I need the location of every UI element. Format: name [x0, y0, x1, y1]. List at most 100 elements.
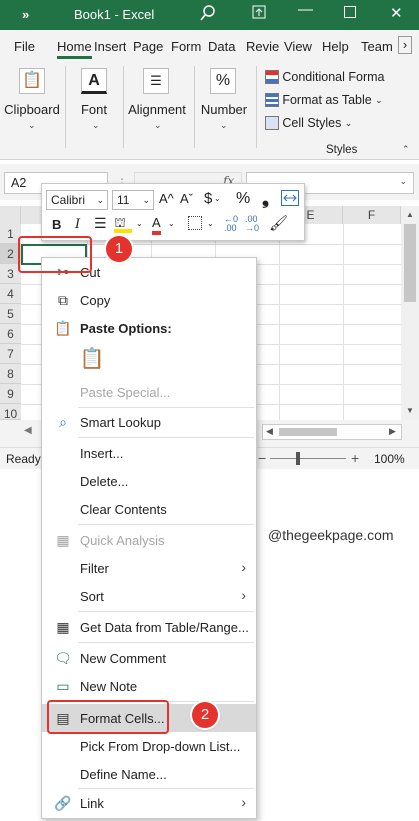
- styles-group-label: Styles: [326, 144, 358, 156]
- menu-item-delete[interactable]: Delete...: [42, 467, 256, 495]
- tab-review[interactable]: Revie: [246, 39, 279, 54]
- chevron-down-icon[interactable]: ⌄: [136, 219, 143, 228]
- menu-item-pick-dropdown[interactable]: Pick From Drop-down List...: [42, 732, 256, 760]
- menu-item-filter[interactable]: Filter ›: [42, 554, 256, 582]
- menu-label: Insert...: [80, 446, 124, 461]
- menu-item-clear-contents[interactable]: Clear Contents: [42, 495, 256, 523]
- row-header-8[interactable]: 8: [0, 364, 21, 384]
- context-menu: ✂ Cut ⧉ Copy 📋 Paste Options: 📋 Paste Sp…: [41, 257, 257, 819]
- zoom-slider[interactable]: [270, 458, 346, 459]
- font-group[interactable]: Font: [70, 102, 118, 117]
- row-header-7[interactable]: 7: [0, 344, 21, 364]
- tab-insert[interactable]: Insert: [94, 39, 126, 54]
- alignment-icon[interactable]: ☰: [143, 68, 169, 94]
- zoom-level[interactable]: 100%: [374, 452, 405, 466]
- chevron-down-icon[interactable]: ⌄: [207, 219, 214, 228]
- row-header-6[interactable]: 6: [0, 324, 21, 344]
- font-name-box[interactable]: Calibri ⌄: [46, 190, 108, 210]
- menu-item-sort[interactable]: Sort ›: [42, 582, 256, 610]
- search-icon[interactable]: [200, 5, 216, 25]
- tab-formulas[interactable]: Form: [171, 39, 201, 54]
- clipboard-icon[interactable]: 📋: [19, 68, 45, 94]
- row-header-10[interactable]: 10: [0, 404, 21, 421]
- select-all-corner[interactable]: [0, 206, 21, 224]
- ribbon-display-icon[interactable]: [252, 5, 266, 23]
- borders-icon[interactable]: [188, 216, 202, 230]
- tab-scroll-right-icon[interactable]: ›: [398, 36, 412, 54]
- row-header-5[interactable]: 5: [0, 304, 21, 324]
- tab-help[interactable]: Help: [322, 39, 349, 54]
- decrease-decimal-icon[interactable]: .00 →0: [245, 215, 259, 233]
- menu-label: Clear Contents: [80, 502, 167, 517]
- increase-decimal-icon[interactable]: ←0.00: [224, 215, 238, 233]
- number-group[interactable]: Number: [198, 102, 250, 117]
- vertical-scrollbar[interactable]: ▲ ▼: [401, 206, 419, 420]
- menu-item-new-note[interactable]: ▭ New Note: [42, 672, 256, 700]
- gridline: [343, 224, 344, 420]
- menu-item-copy[interactable]: ⧉ Copy: [42, 286, 256, 314]
- clipboard-group[interactable]: Clipboard: [4, 102, 60, 117]
- font-color-button[interactable]: A: [152, 215, 161, 235]
- chevron-down-icon[interactable]: ⌄: [214, 194, 221, 203]
- column-header-f[interactable]: F: [343, 206, 401, 224]
- zoom-slider-thumb[interactable]: [296, 452, 300, 465]
- minimize-icon[interactable]: —: [298, 1, 313, 18]
- menu-item-insert[interactable]: Insert...: [42, 439, 256, 467]
- font-icon[interactable]: A: [81, 68, 107, 94]
- format-as-table-button[interactable]: Format as Table ⌄: [265, 92, 415, 110]
- maximize-icon[interactable]: [344, 5, 356, 22]
- menu-item-get-data[interactable]: ▦ Get Data from Table/Range...: [42, 613, 256, 641]
- tab-team[interactable]: Team: [361, 39, 393, 54]
- comma-style-button[interactable]: ❟: [262, 188, 269, 209]
- scroll-up-icon[interactable]: ▲: [406, 210, 414, 219]
- row-header-4[interactable]: 4: [0, 284, 21, 304]
- menu-item-define-name[interactable]: Define Name...: [42, 760, 256, 788]
- cell-styles-button[interactable]: Cell Styles ⌄: [265, 115, 415, 133]
- alignment-group[interactable]: Alignment: [126, 102, 188, 117]
- shrink-font-button[interactable]: Aˇ: [180, 191, 193, 206]
- h-scrollbar-thumb[interactable]: [279, 428, 337, 436]
- merge-center-icon[interactable]: [281, 190, 299, 206]
- bold-button[interactable]: B: [52, 217, 61, 232]
- number-icon[interactable]: %: [210, 68, 236, 94]
- paste-option-icon[interactable]: 📋: [78, 346, 106, 374]
- menu-item-paste-special[interactable]: Paste Special...: [42, 378, 256, 406]
- menu-item-link[interactable]: 🔗 Link ›: [42, 789, 256, 817]
- row-header-9[interactable]: 9: [0, 384, 21, 404]
- zoom-in-button[interactable]: +: [351, 450, 359, 466]
- menu-item-quick-analysis[interactable]: ▦ Quick Analysis: [42, 526, 256, 554]
- gridline: [279, 224, 280, 420]
- tab-data[interactable]: Data: [208, 39, 235, 54]
- menu-item-new-comment[interactable]: 🗨 New Comment: [42, 644, 256, 672]
- close-icon[interactable]: ✕: [390, 4, 403, 22]
- scroll-left-icon[interactable]: ◀: [266, 426, 273, 437]
- format-painter-icon[interactable]: 🖌: [269, 214, 288, 232]
- font-size-box[interactable]: 11 ⌄: [112, 190, 154, 210]
- tab-file[interactable]: File: [14, 39, 35, 54]
- percent-button[interactable]: %: [236, 190, 250, 208]
- format-as-table-label: Format as Table: [282, 92, 372, 107]
- menu-item-smart-lookup[interactable]: ⌕ Smart Lookup: [42, 408, 256, 436]
- tab-home[interactable]: Home: [57, 39, 92, 59]
- fill-color-icon[interactable]: ⛫: [114, 215, 132, 233]
- scroll-left-tabs-icon[interactable]: ◀: [24, 425, 32, 436]
- tab-page-layout[interactable]: Page: [133, 39, 163, 54]
- scroll-down-icon[interactable]: ▼: [406, 406, 414, 415]
- currency-button[interactable]: $: [204, 190, 212, 207]
- align-center-icon[interactable]: ☰: [94, 215, 107, 232]
- grow-font-button[interactable]: A^: [159, 191, 174, 206]
- quick-access-overflow[interactable]: »: [22, 7, 29, 22]
- tab-view[interactable]: View: [284, 39, 312, 54]
- chevron-down-icon[interactable]: ⌄: [399, 176, 407, 187]
- italic-button[interactable]: I: [75, 217, 80, 232]
- collapse-ribbon-icon[interactable]: ⌃: [402, 144, 410, 155]
- scrollbar-thumb[interactable]: [404, 224, 416, 302]
- menu-label: New Note: [80, 679, 138, 694]
- conditional-formatting-button[interactable]: Conditional Forma: [265, 69, 419, 87]
- zoom-out-button[interactable]: −: [258, 450, 266, 466]
- horizontal-scrollbar[interactable]: ◀ ▶: [262, 424, 402, 440]
- font-name-value: Calibri: [51, 193, 86, 207]
- chevron-down-icon[interactable]: ⌄: [168, 219, 175, 228]
- separator: [256, 66, 257, 148]
- scroll-right-icon[interactable]: ▶: [389, 426, 396, 437]
